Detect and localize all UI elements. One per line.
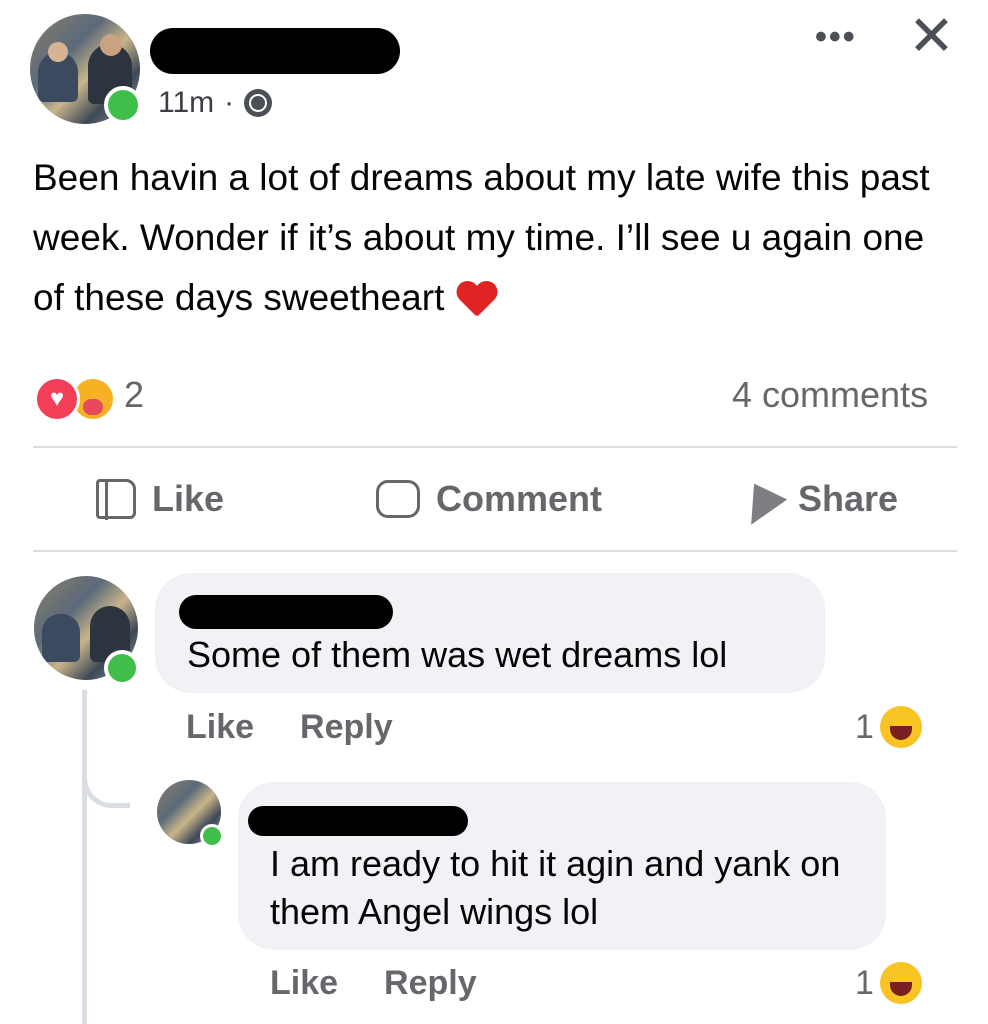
online-status-icon xyxy=(200,824,224,848)
reaction-count[interactable]: 2 xyxy=(124,374,144,416)
comment-bubble-icon xyxy=(376,480,420,518)
comment-like-button[interactable]: Like xyxy=(186,708,254,747)
meta-separator: · xyxy=(224,86,235,119)
comment-actions: Like Reply xyxy=(186,708,393,747)
share-arrow-icon xyxy=(732,473,788,525)
reply-reaction[interactable]: 1 xyxy=(855,962,922,1004)
close-icon[interactable]: ✕ xyxy=(908,8,955,64)
comment-button-label: Comment xyxy=(436,478,603,519)
comment-reaction-count: 1 xyxy=(855,707,874,746)
comment-reaction[interactable]: 1 xyxy=(855,706,922,748)
haha-reaction-icon xyxy=(879,962,922,1004)
comment-text: Some of them was wet dreams lol xyxy=(187,634,728,675)
more-options-icon[interactable]: ••• xyxy=(815,18,857,57)
haha-reaction-icon xyxy=(879,706,922,748)
reply-bubble: I am ready to hit it agin and yank on th… xyxy=(238,782,886,950)
comments-count[interactable]: 4 comments xyxy=(732,374,928,416)
divider xyxy=(33,446,957,448)
comment-button[interactable]: Comment xyxy=(376,478,602,520)
thread-line xyxy=(82,690,87,1024)
reply-like-button[interactable]: Like xyxy=(270,964,338,1003)
thumbs-up-icon xyxy=(96,479,136,520)
post-meta: 11m · xyxy=(158,86,273,120)
post-body: Been havin a lot of dreams about my late… xyxy=(33,148,953,328)
globe-icon xyxy=(244,89,273,117)
reply-reaction-count: 1 xyxy=(855,963,874,1002)
reply-actions: Like Reply xyxy=(270,964,477,1003)
red-heart-emoji-icon xyxy=(456,282,496,318)
divider xyxy=(33,550,957,552)
share-button-label: Share xyxy=(798,478,899,519)
like-button[interactable]: Like xyxy=(96,478,224,520)
share-button[interactable]: Share xyxy=(732,473,899,525)
comment-bubble: Some of them was wet dreams lol xyxy=(155,573,825,693)
redacted-author-name xyxy=(150,28,400,74)
reply-text: I am ready to hit it agin and yank on th… xyxy=(270,843,841,932)
post-time[interactable]: 11m xyxy=(158,86,214,120)
love-reaction-icon[interactable]: ♥ xyxy=(34,376,80,422)
redacted-replier-name xyxy=(248,806,468,836)
thread-connector xyxy=(82,760,130,808)
reply-reply-button[interactable]: Reply xyxy=(384,964,477,1003)
online-status-icon xyxy=(104,86,142,124)
online-status-icon xyxy=(104,650,140,686)
comment-reply-button[interactable]: Reply xyxy=(300,708,393,747)
like-button-label: Like xyxy=(152,478,225,519)
redacted-commenter-name xyxy=(179,595,393,629)
